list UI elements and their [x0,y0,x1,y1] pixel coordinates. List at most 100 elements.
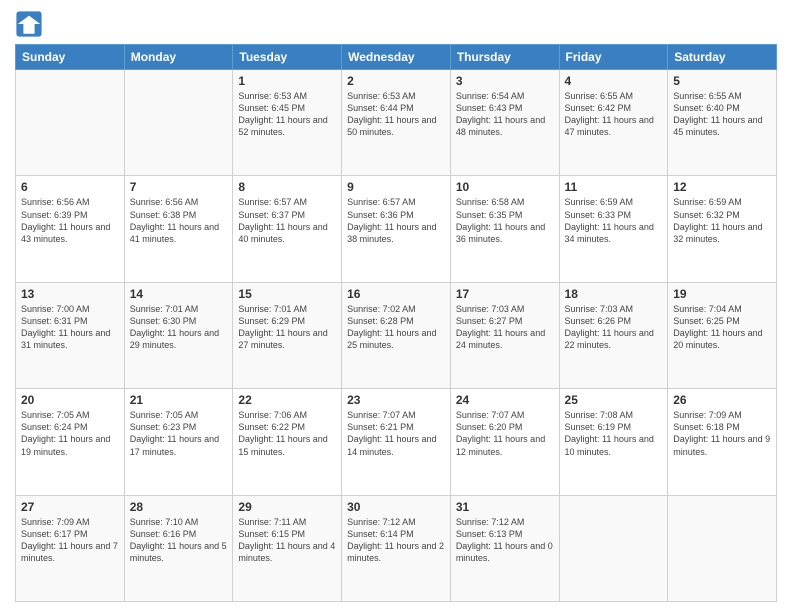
day-info: Sunrise: 6:55 AM Sunset: 6:40 PM Dayligh… [673,90,771,139]
day-number: 10 [456,180,554,194]
day-of-week-header: Thursday [450,45,559,70]
day-number: 18 [565,287,663,301]
day-number: 11 [565,180,663,194]
day-number: 15 [238,287,336,301]
day-info: Sunrise: 7:06 AM Sunset: 6:22 PM Dayligh… [238,409,336,458]
calendar-day-cell: 1Sunrise: 6:53 AM Sunset: 6:45 PM Daylig… [233,70,342,176]
calendar-day-cell: 17Sunrise: 7:03 AM Sunset: 6:27 PM Dayli… [450,282,559,388]
calendar-day-cell [124,70,233,176]
day-number: 3 [456,74,554,88]
calendar-week-row: 27 Sunrise: 7:09 AM Sunset: 6:17 PM Dayli… [16,495,777,601]
calendar-day-cell: 22 Sunrise: 7:06 AM Sunset: 6:22 PM Dayli… [233,389,342,495]
day-number: 30 [347,500,445,514]
calendar-day-cell [668,495,777,601]
calendar-day-cell: 28 Sunrise: 7:10 AM Sunset: 6:16 PM Dayli… [124,495,233,601]
day-info: Sunrise: 7:12 AM Sunset: 6:13 PM Dayligh… [456,516,554,565]
day-info: Sunrise: 6:53 AM Sunset: 6:44 PM Dayligh… [347,90,445,139]
day-info: Sunrise: 6:56 AM Sunset: 6:38 PM Dayligh… [130,196,228,245]
day-info: Sunrise: 6:56 AM Sunset: 6:39 PM Dayligh… [21,196,119,245]
calendar-day-cell: 5 Sunrise: 6:55 AM Sunset: 6:40 PM Daylig… [668,70,777,176]
calendar-day-cell: 13 Sunrise: 7:00 AM Sunset: 6:31 PM Dayli… [16,282,125,388]
calendar-day-cell: 23 Sunrise: 7:07 AM Sunset: 6:21 PM Dayli… [342,389,451,495]
calendar-day-cell: 21 Sunrise: 7:05 AM Sunset: 6:23 PM Dayli… [124,389,233,495]
day-info: Sunrise: 7:07 AM Sunset: 6:21 PM Dayligh… [347,409,445,458]
day-info: Sunrise: 6:54 AM Sunset: 6:43 PM Dayligh… [456,90,554,139]
day-info: Sunrise: 7:09 AM Sunset: 6:18 PM Dayligh… [673,409,771,458]
day-number: 16 [347,287,445,301]
day-number: 7 [130,180,228,194]
calendar-day-cell: 29Sunrise: 7:11 AM Sunset: 6:15 PM Dayli… [233,495,342,601]
day-number: 29 [238,500,336,514]
day-info: Sunrise: 7:10 AM Sunset: 6:16 PM Dayligh… [130,516,228,565]
day-of-week-header: Monday [124,45,233,70]
calendar-day-cell: 10 Sunrise: 6:58 AM Sunset: 6:35 PM Dayli… [450,176,559,282]
day-info: Sunrise: 7:01 AM Sunset: 6:29 PM Dayligh… [238,303,336,352]
calendar-day-cell: 27 Sunrise: 7:09 AM Sunset: 6:17 PM Dayli… [16,495,125,601]
logo-icon [15,10,43,38]
calendar-day-cell: 4 Sunrise: 6:55 AM Sunset: 6:42 PM Daylig… [559,70,668,176]
day-number: 28 [130,500,228,514]
header [15,10,777,38]
day-of-week-header: Wednesday [342,45,451,70]
day-info: Sunrise: 7:07 AM Sunset: 6:20 PM Dayligh… [456,409,554,458]
calendar-day-cell: 12Sunrise: 6:59 AM Sunset: 6:32 PM Dayli… [668,176,777,282]
calendar-day-cell: 11 Sunrise: 6:59 AM Sunset: 6:33 PM Dayli… [559,176,668,282]
calendar-week-row: 13 Sunrise: 7:00 AM Sunset: 6:31 PM Dayli… [16,282,777,388]
day-number: 21 [130,393,228,407]
calendar-day-cell: 2 Sunrise: 6:53 AM Sunset: 6:44 PM Daylig… [342,70,451,176]
day-number: 20 [21,393,119,407]
calendar-day-cell: 26 Sunrise: 7:09 AM Sunset: 6:18 PM Dayli… [668,389,777,495]
day-number: 5 [673,74,771,88]
calendar-day-cell: 3 Sunrise: 6:54 AM Sunset: 6:43 PM Daylig… [450,70,559,176]
calendar-day-cell: 19 Sunrise: 7:04 AM Sunset: 6:25 PM Dayli… [668,282,777,388]
calendar-header-row: SundayMondayTuesdayWednesdayThursdayFrid… [16,45,777,70]
day-number: 23 [347,393,445,407]
calendar-day-cell: 30 Sunrise: 7:12 AM Sunset: 6:14 PM Dayli… [342,495,451,601]
day-number: 8 [238,180,336,194]
day-number: 4 [565,74,663,88]
day-info: Sunrise: 6:53 AM Sunset: 6:45 PM Dayligh… [238,90,336,139]
calendar-week-row: 20Sunrise: 7:05 AM Sunset: 6:24 PM Dayli… [16,389,777,495]
day-info: Sunrise: 6:59 AM Sunset: 6:33 PM Dayligh… [565,196,663,245]
day-number: 14 [130,287,228,301]
calendar-day-cell: 20Sunrise: 7:05 AM Sunset: 6:24 PM Dayli… [16,389,125,495]
calendar: SundayMondayTuesdayWednesdayThursdayFrid… [15,44,777,602]
calendar-day-cell [559,495,668,601]
day-number: 27 [21,500,119,514]
calendar-week-row: 6 Sunrise: 6:56 AM Sunset: 6:39 PM Daylig… [16,176,777,282]
logo [15,10,47,38]
day-info: Sunrise: 7:05 AM Sunset: 6:23 PM Dayligh… [130,409,228,458]
calendar-day-cell: 24 Sunrise: 7:07 AM Sunset: 6:20 PM Dayli… [450,389,559,495]
day-number: 19 [673,287,771,301]
day-number: 24 [456,393,554,407]
calendar-day-cell: 14 Sunrise: 7:01 AM Sunset: 6:30 PM Dayli… [124,282,233,388]
day-number: 26 [673,393,771,407]
day-info: Sunrise: 6:55 AM Sunset: 6:42 PM Dayligh… [565,90,663,139]
day-of-week-header: Friday [559,45,668,70]
day-info: Sunrise: 6:57 AM Sunset: 6:37 PM Dayligh… [238,196,336,245]
day-number: 6 [21,180,119,194]
calendar-day-cell: 6 Sunrise: 6:56 AM Sunset: 6:39 PM Daylig… [16,176,125,282]
day-of-week-header: Saturday [668,45,777,70]
calendar-week-row: 1Sunrise: 6:53 AM Sunset: 6:45 PM Daylig… [16,70,777,176]
day-info: Sunrise: 7:00 AM Sunset: 6:31 PM Dayligh… [21,303,119,352]
calendar-day-cell: 8 Sunrise: 6:57 AM Sunset: 6:37 PM Daylig… [233,176,342,282]
day-info: Sunrise: 6:58 AM Sunset: 6:35 PM Dayligh… [456,196,554,245]
day-info: Sunrise: 7:08 AM Sunset: 6:19 PM Dayligh… [565,409,663,458]
day-info: Sunrise: 7:04 AM Sunset: 6:25 PM Dayligh… [673,303,771,352]
calendar-day-cell: 16 Sunrise: 7:02 AM Sunset: 6:28 PM Dayli… [342,282,451,388]
calendar-day-cell [16,70,125,176]
day-number: 2 [347,74,445,88]
day-number: 25 [565,393,663,407]
day-info: Sunrise: 7:01 AM Sunset: 6:30 PM Dayligh… [130,303,228,352]
day-info: Sunrise: 7:12 AM Sunset: 6:14 PM Dayligh… [347,516,445,565]
day-of-week-header: Sunday [16,45,125,70]
day-number: 12 [673,180,771,194]
day-number: 22 [238,393,336,407]
day-info: Sunrise: 7:02 AM Sunset: 6:28 PM Dayligh… [347,303,445,352]
day-info: Sunrise: 7:09 AM Sunset: 6:17 PM Dayligh… [21,516,119,565]
calendar-day-cell: 7 Sunrise: 6:56 AM Sunset: 6:38 PM Daylig… [124,176,233,282]
calendar-day-cell: 31Sunrise: 7:12 AM Sunset: 6:13 PM Dayli… [450,495,559,601]
day-number: 9 [347,180,445,194]
day-number: 13 [21,287,119,301]
